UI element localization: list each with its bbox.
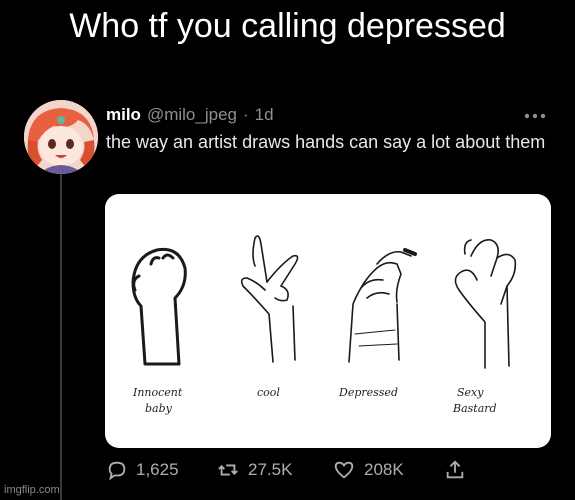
label-cool: cool (257, 386, 280, 399)
meme-caption: Who tf you calling depressed (69, 7, 506, 45)
display-name[interactable]: milo (106, 104, 141, 126)
label-sexy-bastard-line2: Bastard (452, 402, 497, 415)
tweet-text: the way an artist draws hands can say a … (106, 132, 546, 152)
like-button[interactable]: 208K (332, 459, 444, 481)
retweet-icon (218, 464, 238, 476)
like-count: 208K (364, 460, 404, 479)
thread-line (60, 172, 62, 500)
more-dots-icon[interactable] (523, 108, 547, 119)
like-icon (334, 461, 354, 479)
innocent-baby-hand-drawing (131, 247, 187, 366)
media-image[interactable]: Innocent baby cool Depressed Sexy Bastar… (105, 194, 551, 448)
avatar[interactable] (24, 100, 98, 174)
tweet-actions: 1,625 27.5K 208K (106, 457, 526, 483)
label-innocent-baby-line1: Innocent (132, 386, 183, 399)
reply-count: 1,625 (136, 460, 179, 479)
sexy-bastard-hand-drawing (454, 239, 517, 369)
share-icon (446, 460, 464, 479)
user-handle[interactable]: @milo_jpeg (147, 104, 237, 126)
depressed-hand-drawing (348, 248, 417, 363)
anime-character-avatar-icon (24, 100, 98, 174)
share-button[interactable] (444, 459, 466, 481)
cool-hand-drawing (240, 235, 299, 363)
label-innocent-baby-line2: baby (145, 402, 173, 415)
label-depressed: Depressed (338, 386, 398, 399)
retweet-count: 27.5K (248, 460, 293, 479)
tweet-header: milo @milo_jpeg · 1d (106, 104, 274, 126)
label-sexy-bastard-line1: Sexy (457, 386, 484, 399)
reply-icon (108, 461, 126, 481)
reply-button[interactable]: 1,625 (106, 459, 216, 481)
retweet-button[interactable]: 27.5K (216, 459, 332, 481)
separator: · (242, 105, 249, 124)
tweet-time[interactable]: 1d (255, 104, 274, 126)
watermark: imgflip.com (4, 484, 60, 496)
